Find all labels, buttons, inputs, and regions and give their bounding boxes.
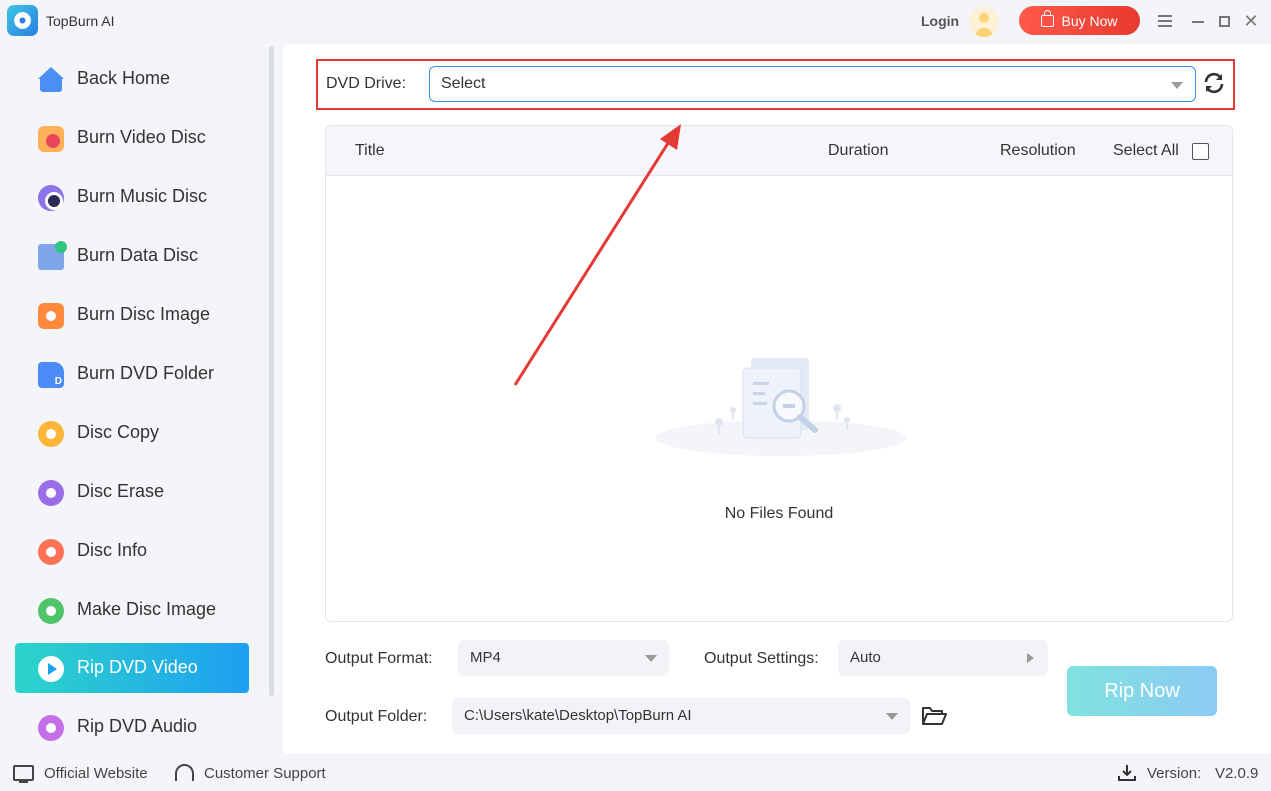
output-settings-button[interactable]: Auto bbox=[838, 640, 1048, 676]
sidebar-item-back-home[interactable]: Back Home bbox=[15, 54, 249, 104]
disc-image-icon bbox=[38, 303, 64, 329]
sidebar-item-make-disc-image[interactable]: Make Disc Image bbox=[15, 585, 249, 635]
title-table: Title Duration Resolution Select All No … bbox=[325, 125, 1233, 622]
dvd-drive-value: Select bbox=[441, 75, 486, 92]
chevron-down-icon bbox=[886, 713, 898, 720]
output-settings-label: Output Settings: bbox=[704, 650, 819, 667]
sidebar-item-label: Make Disc Image bbox=[77, 599, 217, 619]
sidebar-item-label: Disc Info bbox=[77, 540, 148, 560]
folder-open-icon[interactable] bbox=[921, 705, 947, 727]
customer-support-link[interactable]: Customer Support bbox=[204, 765, 326, 782]
avatar-icon[interactable] bbox=[969, 7, 999, 37]
app-title: TopBurn AI bbox=[46, 13, 115, 29]
column-duration: Duration bbox=[828, 142, 889, 159]
title-bar: TopBurn AI Login Buy Now ✕ bbox=[0, 0, 1271, 44]
login-link[interactable]: Login bbox=[921, 13, 959, 29]
sidebar-item-label: Disc Erase bbox=[77, 481, 165, 501]
sidebar-item-disc-copy[interactable]: Disc Copy bbox=[15, 408, 249, 458]
sidebar-item-label: Burn Disc Image bbox=[77, 304, 211, 324]
sidebar-item-rip-dvd-audio[interactable]: Rip DVD Audio bbox=[15, 702, 249, 752]
maximize-icon[interactable] bbox=[1213, 10, 1235, 32]
sidebar-item-label: Back Home bbox=[77, 68, 171, 88]
sidebar-item-disc-info[interactable]: Disc Info bbox=[15, 526, 249, 576]
sidebar-item-label: Burn Video Disc bbox=[77, 127, 206, 147]
download-icon bbox=[1118, 765, 1136, 781]
no-files-message: No Files Found bbox=[724, 505, 834, 522]
sidebar-item-label: Rip DVD Audio bbox=[77, 716, 198, 736]
table-header: Title Duration Resolution Select All bbox=[326, 126, 1232, 176]
refresh-icon[interactable] bbox=[1202, 71, 1226, 95]
minimize-icon[interactable] bbox=[1187, 10, 1209, 32]
version-label: Version: bbox=[1147, 765, 1202, 782]
sidebar: Back Home Burn Video Disc Burn Music Dis… bbox=[0, 44, 278, 754]
close-icon[interactable]: ✕ bbox=[1240, 10, 1262, 32]
rip-video-icon bbox=[38, 656, 64, 682]
sidebar-item-burn-video-disc[interactable]: Burn Video Disc bbox=[15, 113, 249, 163]
video-disc-icon bbox=[38, 126, 64, 152]
official-website-link[interactable]: Official Website bbox=[44, 765, 148, 782]
disc-erase-icon bbox=[38, 480, 64, 506]
sidebar-item-burn-dvd-folder[interactable]: Burn DVD Folder bbox=[15, 349, 249, 399]
footer: Official Website Customer Support Versio… bbox=[0, 754, 1271, 791]
output-folder-label: Output Folder: bbox=[325, 708, 428, 725]
data-disc-icon bbox=[38, 241, 67, 270]
output-folder-select[interactable]: C:\Users\kate\Desktop\TopBurn AI bbox=[452, 698, 910, 734]
disc-info-icon bbox=[38, 539, 64, 565]
headset-icon bbox=[175, 764, 194, 781]
select-all-label: Select All bbox=[1113, 142, 1179, 159]
sidebar-item-label: Disc Copy bbox=[77, 422, 160, 442]
output-format-value: MP4 bbox=[470, 649, 501, 666]
sidebar-item-label: Rip DVD Video bbox=[77, 657, 198, 677]
sidebar-item-burn-data-disc[interactable]: Burn Data Disc bbox=[15, 231, 249, 281]
sidebar-item-label: Burn DVD Folder bbox=[77, 363, 215, 383]
dvd-drive-label: DVD Drive: bbox=[326, 75, 407, 92]
chevron-down-icon bbox=[645, 655, 657, 662]
home-icon bbox=[38, 67, 64, 93]
sidebar-item-disc-erase[interactable]: Disc Erase bbox=[15, 467, 249, 517]
main-panel: DVD Drive: Select Title Duration Resolut… bbox=[283, 44, 1271, 754]
empty-files-illustration bbox=[656, 358, 906, 456]
output-format-select[interactable]: MP4 bbox=[458, 640, 669, 676]
rip-now-button[interactable]: Rip Now bbox=[1067, 666, 1217, 716]
version-value: V2.0.9 bbox=[1215, 765, 1259, 782]
make-disc-image-icon bbox=[38, 598, 64, 624]
sidebar-item-label: Burn Music Disc bbox=[77, 186, 208, 206]
app-logo-icon bbox=[7, 5, 38, 36]
sidebar-item-burn-music-disc[interactable]: Burn Music Disc bbox=[15, 172, 249, 222]
dvd-folder-icon bbox=[38, 362, 64, 388]
column-resolution: Resolution bbox=[1000, 142, 1076, 159]
music-disc-icon bbox=[38, 185, 64, 211]
sidebar-item-rip-dvd-video[interactable]: Rip DVD Video bbox=[15, 643, 249, 693]
disc-copy-icon bbox=[38, 421, 64, 447]
select-all-checkbox[interactable] bbox=[1192, 143, 1209, 160]
menu-icon[interactable] bbox=[1154, 10, 1176, 32]
column-title: Title bbox=[355, 142, 385, 159]
output-settings-value: Auto bbox=[850, 649, 881, 666]
monitor-icon bbox=[13, 765, 34, 783]
buy-now-label: Buy Now bbox=[1061, 12, 1118, 29]
shopping-bag-icon bbox=[1041, 9, 1055, 27]
sidebar-item-burn-disc-image[interactable]: Burn Disc Image bbox=[15, 290, 249, 340]
sidebar-item-label: Burn Data Disc bbox=[77, 245, 199, 265]
dvd-drive-highlight: DVD Drive: Select bbox=[316, 59, 1235, 110]
output-folder-value: C:\Users\kate\Desktop\TopBurn AI bbox=[464, 707, 692, 724]
rip-audio-icon bbox=[38, 715, 64, 741]
sidebar-scrollbar[interactable] bbox=[269, 46, 274, 696]
chevron-right-icon bbox=[1027, 653, 1034, 663]
dvd-drive-select[interactable]: Select bbox=[429, 66, 1196, 102]
chevron-down-icon bbox=[1171, 82, 1183, 89]
output-format-label: Output Format: bbox=[325, 650, 433, 667]
buy-now-button[interactable]: Buy Now bbox=[1019, 6, 1140, 35]
